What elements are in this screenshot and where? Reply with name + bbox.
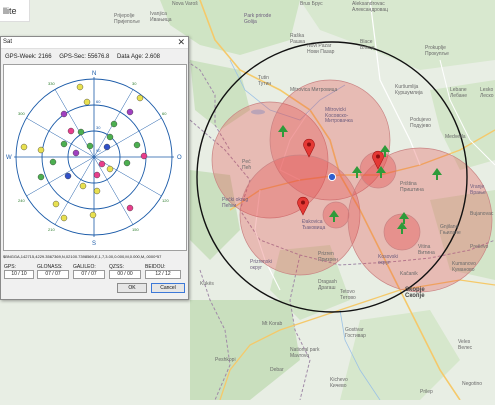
- ring-label: 30: [96, 125, 101, 130]
- cardinal-n: N: [92, 71, 96, 77]
- gps-week: GPS-Week: 2166: [5, 54, 52, 60]
- constellation-value: 12 / 12: [145, 270, 181, 279]
- map-label: Peć Пећ: [242, 159, 252, 171]
- constellation-value: 10 / 10: [4, 270, 34, 279]
- station-marker-icon[interactable]: [352, 166, 362, 178]
- dialog-title: Sat: [3, 39, 13, 45]
- map-label: Đakovica Ђаковица: [302, 219, 326, 231]
- constellation-value: 00 / 00: [109, 270, 141, 279]
- map-label: Aleksandrovac Александровац: [352, 1, 389, 13]
- map-label: Preševo: [470, 244, 489, 250]
- map-label: Veles Велес: [458, 339, 473, 351]
- map-label: National park Mavrovo: [290, 347, 320, 359]
- map-label: Raška Рашка: [290, 33, 306, 45]
- map-label: Gnjilane Гњилане: [440, 224, 461, 236]
- map-label: Mt Korab: [262, 321, 283, 327]
- map-label: Blace Блаце: [360, 39, 375, 51]
- map-label: Nova Varoš: [172, 1, 198, 7]
- map-label: Prijepolje Пријепоље: [114, 13, 140, 25]
- satellite-dialog[interactable]: Sat ✕ GPS-Week: 2166 GPS-Sec: 55676.8 Da…: [0, 36, 189, 300]
- map-label: Ivanjica Ивањица: [150, 11, 172, 23]
- map-label: Skopje Скопје: [405, 287, 425, 299]
- azimuth-label: 30: [132, 81, 137, 86]
- map-label: Prilep: [420, 389, 433, 395]
- ok-button[interactable]: OK: [117, 283, 147, 293]
- map-label: Gostivar Гостивар: [345, 327, 366, 339]
- nmea-sentence: $BNGGA,142715,4229.3567369,N,02100.73985…: [3, 254, 162, 259]
- map-label: Prizren Призрен: [318, 251, 338, 263]
- constellation-value: 07 / 07: [37, 270, 69, 279]
- station-marker-icon[interactable]: [432, 168, 442, 180]
- station-marker-icon[interactable]: [278, 125, 288, 137]
- app-title: llite: [0, 0, 30, 22]
- azimuth-label: 150: [132, 227, 139, 232]
- cardinal-w: W: [6, 155, 12, 161]
- map-label: Pećki okrug Пећки: [222, 197, 249, 209]
- map-label: Kosovski округ: [378, 254, 399, 266]
- azimuth-label: 240: [18, 198, 25, 203]
- map-label: Peshkopi: [215, 357, 236, 363]
- map-label: Kuršumlija Куршумлија: [395, 84, 423, 96]
- gps-info: GPS-Week: 2166 GPS-Sec: 55676.8 Data Age…: [5, 54, 166, 60]
- map-label: Negotino: [462, 381, 483, 387]
- map-label: Podujevo Подујево: [410, 117, 431, 129]
- close-icon[interactable]: ✕: [177, 37, 185, 48]
- constellation-value: 07 / 07: [73, 270, 105, 279]
- dialog-titlebar[interactable]: Sat ✕: [1, 37, 188, 49]
- red-pin-icon[interactable]: [296, 196, 310, 216]
- azimuth-label: 120: [162, 198, 169, 203]
- map-label: Brus Брус: [300, 1, 323, 7]
- map-label: Dragash Драгаш: [318, 279, 337, 291]
- satellite-markers: [20, 83, 148, 222]
- map-label: Kačanik: [400, 271, 418, 277]
- station-marker-icon[interactable]: [397, 222, 407, 234]
- map-label: Prizrenski округ: [250, 259, 272, 271]
- station-marker-icon[interactable]: [329, 210, 339, 222]
- ring-label: 90: [96, 148, 101, 153]
- map-label: Novi Pazar Нови Пазар: [307, 43, 335, 55]
- skyplot-panel: N S O W 30 60 90 30 60 120 150 210 240 3…: [3, 64, 187, 251]
- map-label: Priština Приштина: [400, 181, 424, 193]
- map-label: Medveđa: [445, 134, 466, 140]
- map-label: Kukës: [200, 281, 214, 287]
- cardinal-s: S: [92, 241, 96, 247]
- azimuth-label: 60: [162, 111, 167, 116]
- map-label: Kichevo Кичево: [330, 377, 348, 389]
- map-label: Bujanovac: [470, 211, 494, 217]
- map-label: Vranje Врање: [470, 184, 486, 196]
- azimuth-label: 210: [48, 227, 55, 232]
- map-label: Prokuplje Прокупље: [425, 45, 449, 57]
- ring-label: 60: [96, 99, 101, 104]
- map-label: Debar: [270, 367, 284, 373]
- skyplot: N S O W 30 60 90 30 60 120 150 210 240 3…: [6, 71, 182, 247]
- cardinal-e: O: [177, 155, 182, 161]
- map-label: Tetovo Тетово: [340, 289, 356, 301]
- map-label: Kumanovo Куманово: [452, 261, 476, 273]
- map-label: Mitrovica Митровица: [290, 87, 338, 93]
- map-label: Tutin Тутин: [258, 75, 272, 87]
- current-position-icon: [327, 172, 337, 182]
- station-marker-icon[interactable]: [380, 145, 390, 157]
- cancel-button[interactable]: Cancel: [151, 283, 185, 293]
- map-label: Lebane Лебане: [450, 87, 468, 99]
- station-marker-icon[interactable]: [376, 166, 386, 178]
- map-label: Vitina Витина: [418, 244, 435, 256]
- azimuth-label: 330: [48, 81, 55, 86]
- gps-sec: GPS-Sec: 55676.8: [59, 54, 110, 60]
- data-age: Data Age: 2.608: [116, 54, 161, 60]
- red-pin-icon[interactable]: [302, 138, 316, 158]
- azimuth-label: 300: [18, 111, 25, 116]
- map-label: Park prirode Golija: [244, 13, 272, 25]
- map-label: Mitrovicki Kосовско- Митровачка: [325, 107, 353, 124]
- map-label: Lesko Леско: [480, 87, 494, 99]
